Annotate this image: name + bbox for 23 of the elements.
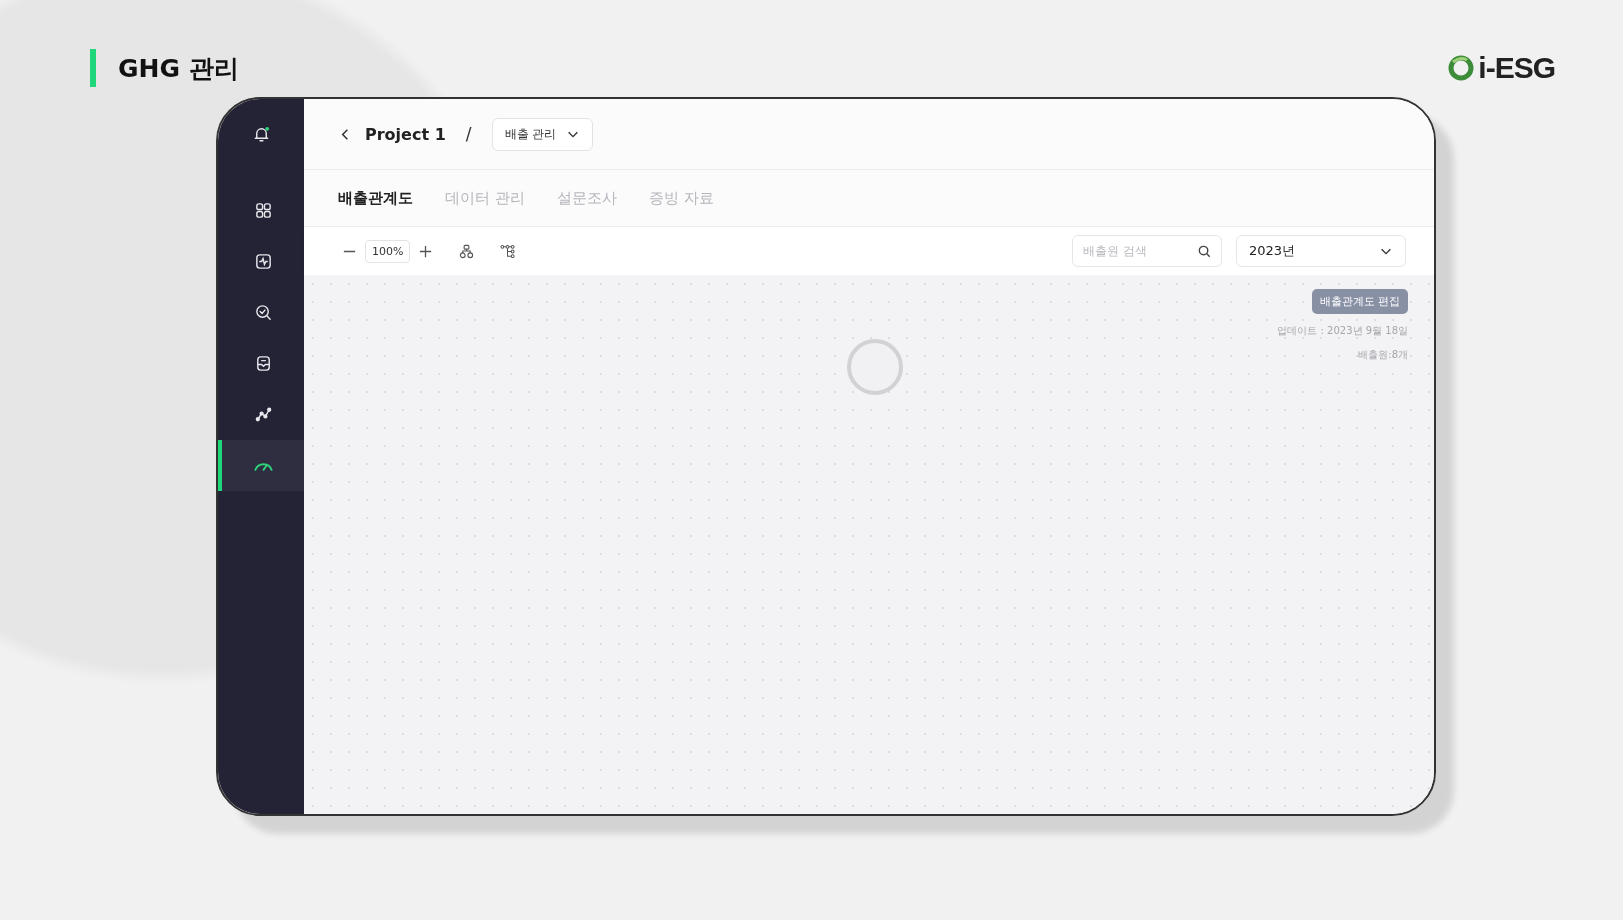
magnifier-check-icon (253, 303, 273, 322)
tree-nodes-icon[interactable] (500, 243, 516, 259)
sidebar-item[interactable] (218, 440, 304, 491)
search-icon[interactable] (1197, 244, 1212, 259)
source-count: 배출원:8개 (1358, 348, 1408, 362)
update-date: 업데이트 : 2023년 9월 18일 (1277, 324, 1408, 338)
zoom-in-icon[interactable] (418, 243, 434, 259)
pulse-icon (253, 252, 273, 271)
title-accent-bar (90, 49, 96, 87)
section-dropdown[interactable]: 배출 관리 (491, 117, 594, 151)
page-title: GHG 관리 (118, 52, 239, 85)
grid-icon (253, 201, 273, 220)
leaf-ring-icon (1447, 54, 1476, 82)
year-dropdown[interactable]: 2023년 (1236, 235, 1406, 267)
hierarchy-icon[interactable] (459, 243, 475, 259)
zoom-level[interactable]: 100% (365, 239, 411, 263)
line-chart-icon (253, 405, 273, 424)
project-name: Project 1 (365, 124, 446, 144)
gauge-icon (253, 460, 273, 471)
logo-text: i-ESG (1478, 51, 1555, 85)
search-field[interactable]: 배출원 검색 (1072, 235, 1222, 267)
breadcrumb-separator: / (465, 124, 472, 144)
tab[interactable]: 배출관계도 (338, 188, 413, 208)
